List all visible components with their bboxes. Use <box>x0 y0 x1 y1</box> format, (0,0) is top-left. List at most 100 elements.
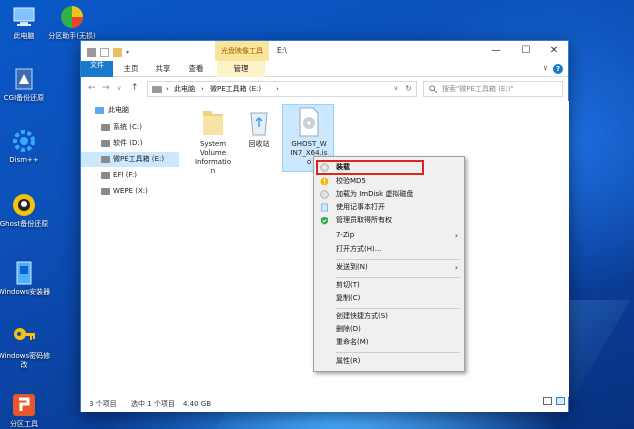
selection-count: 选中 1 个项目 <box>131 400 175 408</box>
drive-icon <box>101 140 110 147</box>
forward-arrow-icon[interactable]: → <box>102 83 110 93</box>
drive-icon <box>152 86 162 93</box>
breadcrumb-this-pc[interactable]: 此电脑 <box>174 82 195 96</box>
close-button[interactable]: ✕ <box>539 41 569 61</box>
menu-item-open-notepad[interactable]: 使用记事本打开 <box>314 201 464 214</box>
menu-item-delete[interactable]: 删除(D) <box>314 323 464 336</box>
tab-home[interactable]: 主页 <box>115 61 147 77</box>
shield-icon <box>320 216 329 225</box>
large-icons-view-icon[interactable] <box>556 397 565 405</box>
address-bar[interactable]: › 此电脑 › 微PE工具箱 (E:) › ∨ ↻ <box>147 81 417 97</box>
nav-item-drive-e[interactable]: 微PE工具箱 (E:) <box>81 152 179 167</box>
window-app-icon <box>87 47 96 57</box>
menu-item-send-to[interactable]: 发送到(N) › <box>314 261 464 274</box>
password-key-icon <box>11 324 37 350</box>
navigation-pane: 此电脑 系统 (C:) 软件 (D:) 微PE工具箱 (E:) EFI (F:)… <box>81 101 179 397</box>
menu-item-properties[interactable]: 属性(R) <box>314 355 464 368</box>
help-icon[interactable]: ? <box>553 64 563 74</box>
selection-size: 4.40 GB <box>183 400 212 408</box>
minimize-button[interactable]: — <box>481 41 511 61</box>
ribbon-expand-icon[interactable]: ∨ <box>543 64 548 72</box>
search-input[interactable]: 搜索"微PE工具箱 (E:)" <box>423 81 563 97</box>
new-folder-icon[interactable] <box>113 47 122 57</box>
refresh-icon[interactable]: ↻ <box>405 82 412 96</box>
title-bar[interactable]: ▾ 光盘映像工具 E:\ — ☐ ✕ <box>81 41 568 61</box>
computer-icon <box>95 107 104 114</box>
recent-locations-icon[interactable]: ∨ <box>117 85 121 92</box>
submenu-arrow-icon: › <box>454 263 458 272</box>
desktop-icon-password-modify[interactable]: Windows密码修改 <box>0 324 52 370</box>
cgi-backup-icon <box>11 66 37 92</box>
disc-image-icon <box>297 107 321 137</box>
nav-item-drive-d[interactable]: 软件 (D:) <box>81 136 179 151</box>
menu-item-7zip[interactable]: 7-Zip › <box>314 229 464 242</box>
menu-item-cut[interactable]: 剪切(T) <box>314 279 464 292</box>
breadcrumb-separator[interactable]: › <box>276 82 279 96</box>
drive-icon <box>101 124 110 131</box>
tab-view[interactable]: 查看 <box>179 61 213 77</box>
menu-item-verify-md5[interactable]: 校验MD5 <box>314 175 464 188</box>
back-arrow-icon[interactable]: ← <box>88 83 96 93</box>
desktop-icon-windows-installer[interactable]: Windows安装器 <box>0 260 52 297</box>
desktop-icon-dism[interactable]: Dism++ <box>0 128 52 165</box>
breadcrumb-separator[interactable]: › <box>166 82 169 96</box>
submenu-arrow-icon: › <box>454 231 458 240</box>
file-item-system-volume-information[interactable]: System Volume Informatio n <box>189 107 237 176</box>
search-placeholder: 搜索"微PE工具箱 (E:)" <box>442 85 514 93</box>
notepad-icon <box>321 203 328 212</box>
nav-item-drive-x[interactable]: WEPE (X:) <box>81 184 179 199</box>
md5-icon <box>320 177 329 186</box>
tab-manage[interactable]: 管理 <box>217 61 265 77</box>
breadcrumb-drive-e[interactable]: 微PE工具箱 (E:) <box>210 82 261 96</box>
nav-item-drive-f[interactable]: EFI (F:) <box>81 168 179 183</box>
partition-assistant-icon <box>59 4 85 30</box>
desktop-icon-partition-assistant[interactable]: 分区助手(无损) <box>44 4 100 41</box>
status-bar: 3 个项目 选中 1 个项目 4.40 GB <box>81 397 568 412</box>
breadcrumb-separator[interactable]: › <box>201 82 204 96</box>
drive-icon <box>101 172 110 179</box>
address-row: ← → ∨ ↑ › 此电脑 › 微PE工具箱 (E:) › ∨ ↻ 搜索"微PE… <box>81 78 568 100</box>
tab-file[interactable]: 文件 <box>81 61 113 77</box>
file-item-recycle-bin[interactable]: 回收站 <box>235 107 283 149</box>
menu-item-create-shortcut[interactable]: 创建快捷方式(S) <box>314 310 464 323</box>
menu-item-take-ownership[interactable]: 管理员取得所有权 <box>314 214 464 227</box>
imdisk-icon <box>320 190 329 199</box>
qat-dropdown-icon[interactable]: ▾ <box>126 48 132 57</box>
properties-icon[interactable] <box>100 47 109 57</box>
drive-icon <box>101 188 110 195</box>
desktop-icon-ghost[interactable]: Ghost备份还原 <box>0 192 52 229</box>
menu-separator <box>336 259 460 260</box>
window-title: E:\ <box>277 46 287 55</box>
menu-item-rename[interactable]: 重命名(M) <box>314 336 464 349</box>
mount-highlight-outline <box>316 160 424 175</box>
drive-icon <box>101 156 110 163</box>
menu-separator <box>336 308 460 309</box>
menu-separator <box>336 277 460 278</box>
tab-share[interactable]: 共享 <box>147 61 179 77</box>
menu-item-open-with[interactable]: 打开方式(H)... <box>314 243 464 256</box>
search-icon <box>429 85 437 93</box>
details-view-icon[interactable] <box>543 397 552 405</box>
nav-item-drive-c[interactable]: 系统 (C:) <box>81 120 179 135</box>
menu-item-imdisk[interactable]: 加载为 ImDisk 虚拟磁盘 <box>314 188 464 201</box>
maximize-button[interactable]: ☐ <box>511 41 541 61</box>
quick-access-toolbar: ▾ <box>87 47 132 57</box>
ribbon-tabs: 文件 主页 共享 查看 管理 ∨ ? <box>81 61 568 77</box>
item-count: 3 个项目 <box>89 400 117 408</box>
folder-icon <box>201 107 225 137</box>
ghost-icon <box>11 192 37 218</box>
nav-item-this-pc[interactable]: 此电脑 <box>81 103 179 118</box>
computer-icon <box>11 4 37 30</box>
dism-gear-icon <box>11 128 37 154</box>
desktop-icon-partition-tool[interactable]: 分区工具 <box>0 392 52 429</box>
recycle-bin-icon <box>247 107 271 137</box>
address-dropdown-icon[interactable]: ∨ <box>394 82 398 96</box>
up-arrow-icon[interactable]: ↑ <box>131 83 139 93</box>
desktop-icon-cgi-backup[interactable]: CGI备份还原 <box>0 66 52 103</box>
context-menu: 装载 校验MD5 加载为 ImDisk 虚拟磁盘 使用记事本打开 管理员取得所有… <box>313 156 465 372</box>
partition-tool-icon <box>11 392 37 418</box>
disc-image-tools-header: 光盘映像工具 <box>215 41 269 61</box>
menu-separator <box>336 352 460 353</box>
windows-installer-icon <box>11 260 37 286</box>
menu-item-copy[interactable]: 复制(C) <box>314 292 464 305</box>
